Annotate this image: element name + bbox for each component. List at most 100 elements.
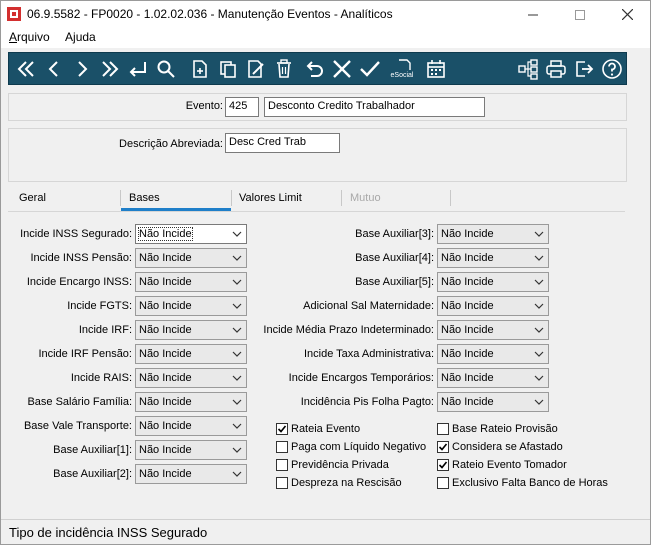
checkbox-box[interactable] [437,441,449,453]
previous-icon [48,61,58,77]
svg-text:eSocial: eSocial [391,72,414,79]
tree-button[interactable] [515,56,541,82]
field-label-incide-inss-segurado: Incide INSS Segurado: [20,228,132,240]
chevron-down-icon [232,471,242,477]
checkbox-box[interactable] [276,477,288,489]
checkbox-rateio-evento-tomador[interactable]: Rateio Evento Tomador [437,459,567,471]
field-label-incide-fgts: Incide FGTS: [67,300,132,312]
checkbox-despreza-na-rescisao[interactable]: Despreza na Rescisão [276,477,402,489]
checkbox-label: Exclusivo Falta Banco de Horas [452,477,608,489]
descricao-field[interactable]: Desc Cred Trab [225,133,340,153]
cancel-button[interactable] [329,56,355,82]
checkbox-box[interactable] [437,459,449,471]
field-label-incide-taxa-administrativa: Incide Taxa Administrativa: [303,348,434,360]
minimize-icon [528,14,538,15]
esocial-button[interactable]: eSocial [387,56,417,82]
select-incide-media-prazo-indeterminado[interactable]: Não Incide [437,320,549,340]
field-label-incide-inss-pensao: Incide INSS Pensão: [30,252,132,264]
status-bar: Tipo de incidência INSS Segurado [1,519,650,544]
select-value: Não Incide [139,468,192,480]
calendar-button[interactable] [423,56,449,82]
menu-arquivo-rest: rquivo [17,30,50,44]
search-icon [157,60,175,78]
first-record-button[interactable] [13,56,39,82]
field-label-base-auxiliar-4: Base Auxiliar[4]: [355,252,434,264]
copy-icon [220,61,236,78]
select-incide-encargos-temporarios[interactable]: Não Incide [437,368,549,388]
chevron-down-icon [534,375,544,381]
select-incide-taxa-administrativa[interactable]: Não Incide [437,344,549,364]
checkbox-considera-se-afastado[interactable]: Considera se Afastado [437,441,563,453]
select-base-vale-transporte[interactable]: Não Incide [135,416,247,436]
tab-geral[interactable]: Geral [19,188,46,210]
menu-ajuda[interactable]: Ajuda [65,30,96,44]
edit-button[interactable] [243,56,269,82]
chevron-down-icon [534,279,544,285]
tab-mutuo[interactable]: Mutuo [350,188,381,210]
select-value: Não Incide [441,300,494,312]
tab-valores-limit[interactable]: Valores Limit [239,188,302,210]
field-label-incide-irf: Incide IRF: [78,324,132,336]
menu-arquivo[interactable]: Arquivo [9,30,50,44]
select-adicional-sal-maternidade[interactable]: Não Incide [437,296,549,316]
select-value: Não Incide [139,372,192,384]
search-button[interactable] [153,56,179,82]
evento-code-field[interactable]: 425 [225,97,259,117]
checkbox-paga-com-liquido-negativo[interactable]: Paga com Líquido Negativo [276,441,426,453]
select-value: Não Incide [441,348,494,360]
select-base-auxiliar-2[interactable]: Não Incide [135,464,247,484]
bases-tab-content: Incide INSS Segurado: Não Incide Incide IN… [8,211,625,513]
exit-button[interactable] [571,56,597,82]
delete-icon [277,59,291,78]
tab-bases[interactable]: Bases [129,188,160,210]
esocial-icon: eSocial [391,59,414,79]
select-value: Não Incide [139,396,192,408]
window-title: 06.9.5582 - FP0020 - 1.02.02.036 - Manut… [27,7,393,21]
chevron-down-icon [232,447,242,453]
checkbox-label: Rateio Evento Tomador [452,459,567,471]
next-icon [78,61,88,77]
field-label-incide-irf-pensao: Incide IRF Pensão: [38,348,132,360]
undo-button[interactable] [301,56,327,82]
enter-button[interactable] [125,56,151,82]
previous-record-button[interactable] [41,56,67,82]
app-icon [7,7,21,21]
checkbox-exclusivo-falta-banco-de-horas[interactable]: Exclusivo Falta Banco de Horas [437,477,608,489]
select-base-auxiliar-4[interactable]: Não Incide [437,248,549,268]
last-record-button[interactable] [97,56,123,82]
next-record-button[interactable] [69,56,95,82]
checkbox-box[interactable] [276,423,288,435]
select-value: Não Incide [441,252,494,264]
checkbox-box[interactable] [276,441,288,453]
close-button[interactable] [604,1,650,28]
checkbox-label: Base Rateio Provisão [452,423,558,435]
checkbox-box[interactable] [276,459,288,471]
select-value: Não Incide [139,252,192,264]
checkbox-box[interactable] [437,477,449,489]
checkbox-base-rateio-provisao[interactable]: Base Rateio Provisão [437,423,558,435]
select-base-auxiliar-1[interactable]: Não Incide [135,440,247,460]
new-button[interactable] [187,56,213,82]
select-base-auxiliar-3[interactable]: Não Incide [437,224,549,244]
minimize-button[interactable] [510,1,556,28]
copy-button[interactable] [215,56,241,82]
print-button[interactable] [543,56,569,82]
undo-icon [306,61,323,77]
checkbox-box[interactable] [437,423,449,435]
checkbox-label: Paga com Líquido Negativo [291,441,427,453]
delete-button[interactable] [271,56,297,82]
field-label-adicional-sal-maternidade: Adicional Sal Maternidade: [303,300,434,312]
checkbox-rateia-evento[interactable]: Rateia Evento [276,423,360,435]
field-label-base-salario-familia: Base Salário Família: [27,396,132,408]
select-incidencia-pis-folha-pagto[interactable]: Não Incide [437,392,549,412]
select-base-auxiliar-5[interactable]: Não Incide [437,272,549,292]
field-label-incide-rais: Incide RAIS: [70,372,132,384]
descricao-panel: Descrição Abreviada: Desc Cred Trab [8,128,627,182]
help-button[interactable] [599,56,625,82]
descricao-label: Descrição Abreviada: [119,138,223,150]
maximize-button[interactable] [557,1,603,28]
status-text: Tipo de incidência INSS Segurado [9,525,208,540]
confirm-button[interactable] [357,56,383,82]
checkbox-previdencia-privada[interactable]: Previdência Privada [276,459,389,471]
evento-name-field[interactable]: Desconto Credito Trabalhador [264,97,485,117]
